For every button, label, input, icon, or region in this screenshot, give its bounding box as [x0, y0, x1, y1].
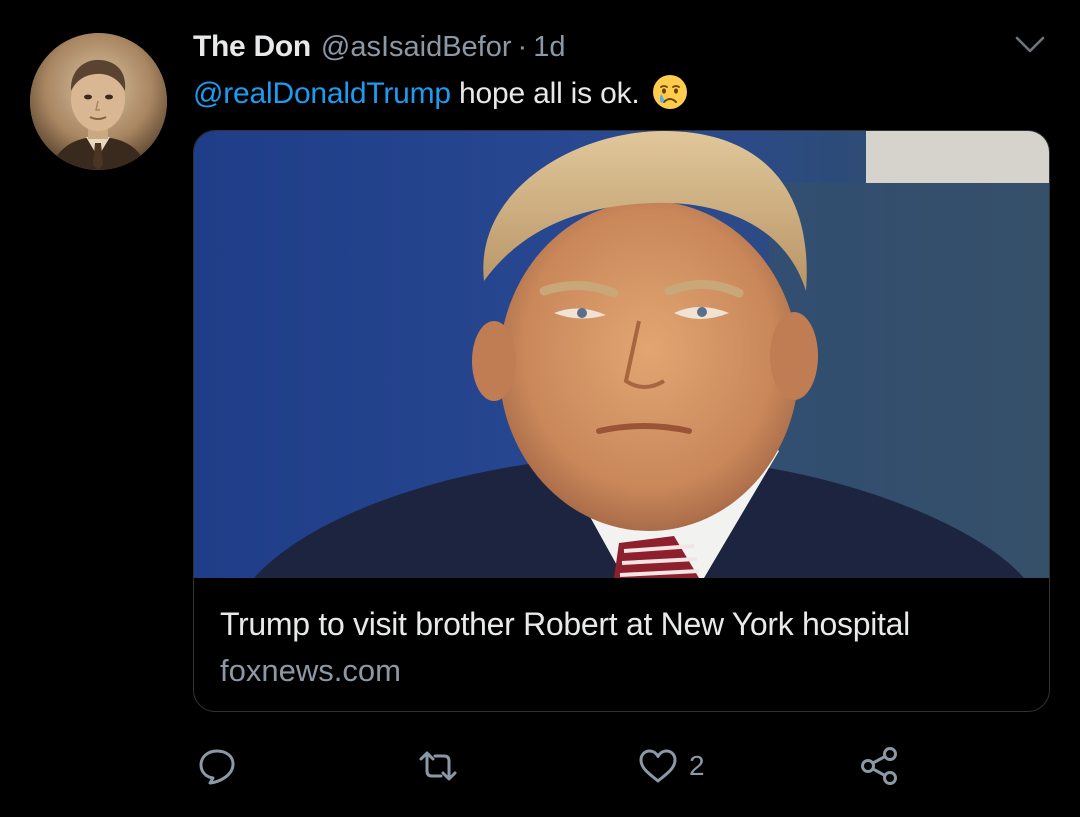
portrait-photo: [194, 131, 1049, 578]
card-title: Trump to visit brother Robert at New Yor…: [220, 606, 910, 642]
tweet-actions: 2: [0, 738, 1080, 798]
share-button[interactable]: [858, 738, 900, 794]
separator-dot: ·: [517, 31, 528, 63]
more-options-chevron-down-icon[interactable]: [1014, 34, 1046, 56]
retweet-button[interactable]: [417, 738, 459, 794]
retweet-icon: [419, 751, 457, 781]
link-preview-card[interactable]: Trump to visit brother Robert at New Yor…: [193, 130, 1050, 712]
reply-icon: [199, 749, 235, 785]
tweet-text: @realDonaldTrump hope all is ok.: [193, 74, 688, 111]
heart-icon: [639, 749, 677, 783]
share-icon: [861, 747, 897, 785]
card-domain: foxnews.com: [220, 653, 401, 688]
timestamp[interactable]: 1d: [533, 31, 565, 64]
display-name[interactable]: The Don: [193, 30, 311, 64]
tweet[interactable]: The Don @asIsaidBefor · 1d @realDonaldTr…: [0, 0, 1080, 817]
like-count: 2: [689, 750, 705, 781]
user-handle[interactable]: @asIsaidBefor: [321, 31, 512, 64]
crying-face-emoji-icon: [652, 74, 688, 110]
tweet-header: The Don @asIsaidBefor · 1d: [193, 30, 565, 66]
mention-link[interactable]: @realDonaldTrump: [193, 77, 451, 110]
user-avatar[interactable]: [30, 33, 167, 170]
vintage-portrait-image: [30, 33, 167, 170]
like-button[interactable]: 2: [637, 738, 705, 794]
reply-button[interactable]: [196, 738, 238, 794]
tweet-text-content: hope all is ok.: [450, 77, 640, 110]
card-image: [194, 131, 1049, 578]
